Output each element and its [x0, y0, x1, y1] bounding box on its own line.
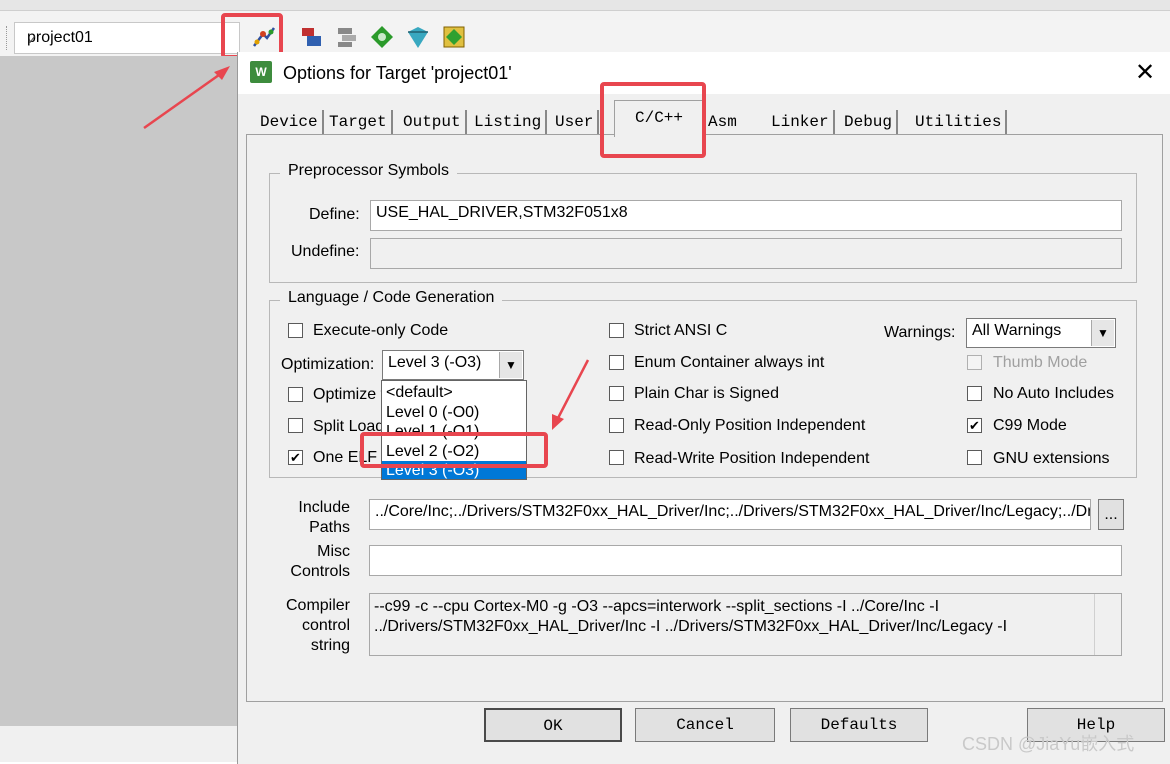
warnings-select-value: All Warnings — [972, 322, 1062, 339]
plain-char-label: Plain Char is Signed — [634, 385, 779, 402]
undefine-label: Undefine: — [291, 243, 360, 260]
include-paths-browse-button[interactable]: ... — [1098, 499, 1124, 530]
options-dialog: W Options for Target 'project01' ✕ Devic… — [237, 52, 1170, 764]
include-paths-label: Include Paths — [280, 498, 350, 538]
annotation-arrow — [552, 359, 590, 430]
optimize-for-time-label: Optimize f — [313, 386, 386, 403]
thumb-mode-checkbox — [967, 355, 982, 370]
optimization-select[interactable]: Level 3 (-O3) ▼ — [382, 350, 524, 380]
ide-status-area — [0, 726, 238, 762]
preprocessor-group-label: Preprocessor Symbols — [280, 162, 457, 180]
project-items-icon[interactable] — [334, 24, 360, 50]
warnings-label: Warnings: — [884, 324, 956, 341]
chevron-down-icon[interactable]: ▼ — [499, 352, 522, 378]
tab-output[interactable]: Output — [399, 110, 467, 134]
one-elf-checkbox[interactable]: ✔ — [288, 450, 303, 465]
include-paths-label-line: Include — [298, 499, 350, 516]
debug-config-icon[interactable] — [441, 24, 467, 50]
chevron-down-icon: ✓ — [27, 33, 38, 47]
strict-ansi-label: Strict ANSI C — [634, 322, 728, 339]
c99-mode-label: C99 Mode — [993, 417, 1067, 434]
optimize-for-time-checkbox[interactable] — [288, 387, 303, 402]
ro-pi-checkbox[interactable] — [609, 418, 624, 433]
ide-menu-strip — [0, 0, 1170, 11]
define-input[interactable]: USE_HAL_DRIVER,STM32F051x8 — [370, 200, 1122, 231]
codegen-group-label: Language / Code Generation — [280, 289, 503, 307]
tab-debug[interactable]: Debug — [840, 110, 899, 134]
tab-device[interactable]: Device — [256, 110, 324, 134]
compiler-control-line: --c99 -c --cpu Cortex-M0 -g -O3 --apcs=i… — [374, 598, 940, 615]
target-select[interactable]: project01 ✓ — [14, 22, 240, 54]
dialog-title: Options for Target 'project01' — [283, 63, 512, 83]
keil-app-icon: W — [250, 61, 272, 83]
warnings-select[interactable]: All Warnings ▼ — [966, 318, 1116, 348]
undefine-input[interactable] — [370, 238, 1122, 269]
compiler-control-line: ../Drivers/STM32F0xx_HAL_Driver/Inc -I .… — [374, 618, 1008, 635]
compiler-control-scrollbar[interactable] — [1094, 594, 1121, 655]
include-paths-label-line: Paths — [309, 519, 350, 536]
compiler-control-label-line: string — [310, 637, 350, 654]
rw-pi-checkbox[interactable] — [609, 450, 624, 465]
gnu-extensions-checkbox[interactable] — [967, 450, 982, 465]
include-paths-input[interactable]: ../Core/Inc;../Drivers/STM32F0xx_HAL_Dri… — [369, 499, 1091, 530]
tab-linker[interactable]: Linker — [767, 110, 835, 134]
enum-container-label: Enum Container always int — [634, 354, 825, 371]
optimization-select-value: Level 3 (-O3) — [388, 354, 482, 371]
tab-highlight-box — [600, 82, 706, 158]
dropdown-option[interactable]: <default> — [382, 383, 526, 403]
compiler-control-text: --c99 -c --cpu Cortex-M0 -g -O3 --apcs=i… — [369, 593, 1122, 656]
option-highlight-box — [360, 432, 548, 468]
execute-only-checkbox[interactable] — [288, 323, 303, 338]
tab-target[interactable]: Target — [325, 110, 393, 134]
compiler-control-label: Compiler control string — [270, 596, 350, 656]
ide-workspace — [0, 56, 238, 726]
misc-controls-label-line: Misc — [317, 543, 350, 560]
manage-components-icon[interactable] — [299, 24, 325, 50]
enum-container-checkbox[interactable] — [609, 355, 624, 370]
select-software-packs-icon[interactable] — [405, 24, 431, 50]
tab-utilities[interactable]: Utilities — [911, 110, 1008, 134]
dropdown-option[interactable]: Level 0 (-O0) — [382, 403, 526, 423]
rw-pi-label: Read-Write Position Independent — [634, 450, 870, 467]
defaults-button[interactable]: Defaults — [790, 708, 928, 742]
misc-controls-label: Misc Controls — [280, 542, 350, 582]
split-load-checkbox[interactable] — [288, 418, 303, 433]
tab-user[interactable]: User — [551, 110, 600, 134]
tab-listing[interactable]: Listing — [470, 110, 548, 134]
toolbar-grip — [6, 26, 10, 50]
optimization-label: Optimization: — [281, 356, 375, 373]
compiler-control-label-line: Compiler — [285, 597, 350, 614]
chevron-down-icon[interactable]: ▼ — [1091, 320, 1114, 346]
no-auto-includes-checkbox[interactable] — [967, 386, 982, 401]
tab-asm[interactable]: Asm — [704, 110, 741, 134]
no-auto-includes-label: No Auto Includes — [993, 385, 1114, 402]
misc-controls-label-line: Controls — [290, 563, 350, 580]
misc-controls-input[interactable] — [369, 545, 1122, 576]
cancel-button[interactable]: Cancel — [635, 708, 775, 742]
plain-char-checkbox[interactable] — [609, 386, 624, 401]
compiler-control-label-line: control — [301, 617, 350, 634]
ok-button[interactable]: OK — [484, 708, 622, 742]
thumb-mode-label: Thumb Mode — [993, 354, 1088, 371]
strict-ansi-checkbox[interactable] — [609, 323, 624, 338]
annotation-arrow — [143, 66, 230, 130]
c99-mode-checkbox[interactable]: ✔ — [967, 418, 982, 433]
pack-installer-icon[interactable] — [369, 24, 395, 50]
gnu-extensions-label: GNU extensions — [993, 450, 1110, 467]
define-label: Define: — [309, 206, 360, 223]
execute-only-label: Execute-only Code — [313, 322, 449, 339]
ro-pi-label: Read-Only Position Independent — [634, 417, 866, 434]
watermark: CSDN @JiaYu嵌入式 — [962, 734, 1135, 754]
close-icon[interactable]: ✕ — [1131, 60, 1159, 88]
